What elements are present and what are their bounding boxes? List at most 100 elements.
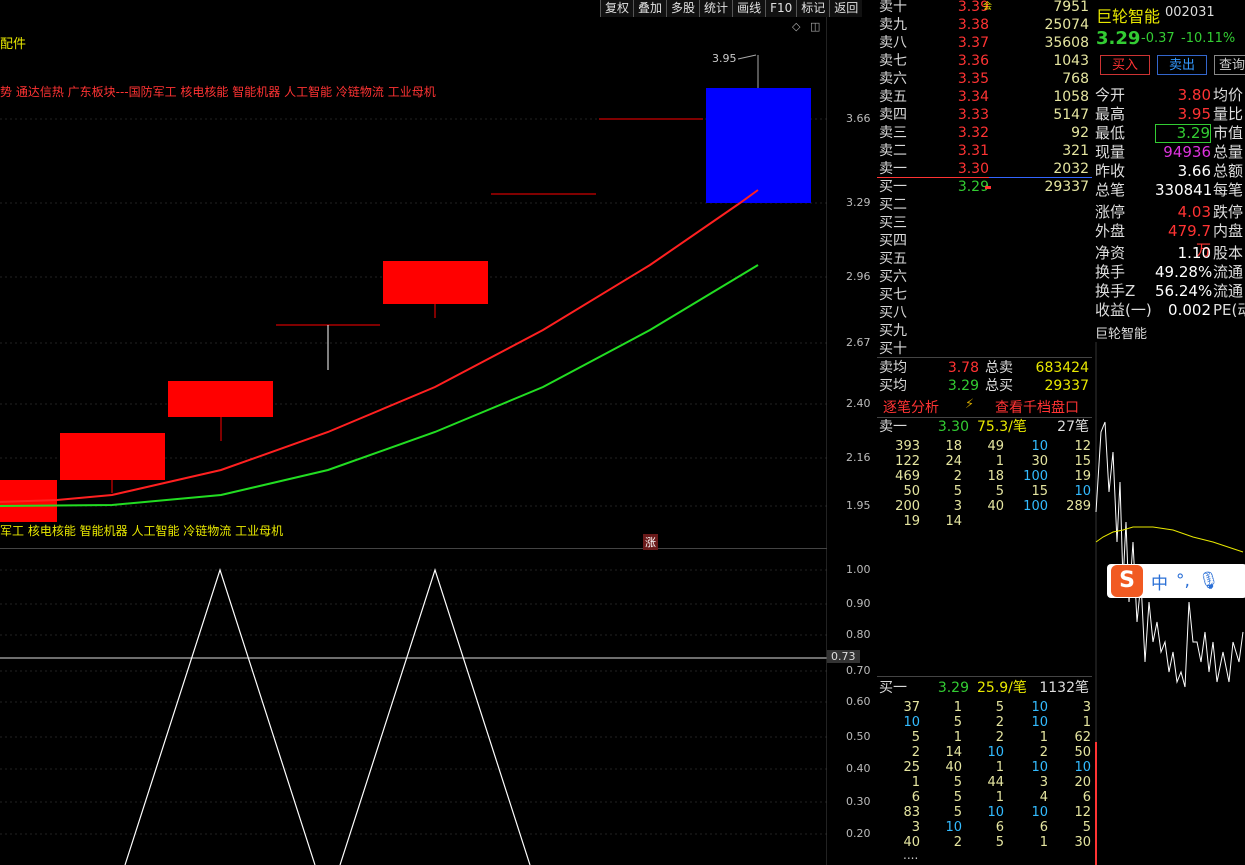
buy1-grid-cell: 1 <box>995 760 1004 775</box>
sell1-grid-cell: 3 <box>953 499 962 514</box>
buy1-grid-cell: 37 <box>903 700 920 715</box>
buy-button[interactable]: 买入 <box>1100 55 1150 75</box>
info-row: 涨停 4.03 跌停 <box>1095 203 1245 222</box>
info-key2: 流通 <box>1213 282 1244 300</box>
punctuation-icon[interactable]: °, <box>1176 571 1190 591</box>
main-y-tick: 2.67 <box>846 336 871 349</box>
buy1-grid-cell: 10 <box>1031 715 1048 730</box>
sub-y-tick: 1.00 <box>846 563 871 576</box>
sell-level-price: 3.30 <box>957 161 989 177</box>
sell1-grid-cell: 100 <box>1023 469 1048 484</box>
sell-level-label: 卖九 <box>879 17 907 33</box>
buy1-summary-per: 25.9/笔 <box>977 680 1027 696</box>
more-indicator[interactable]: .... <box>903 848 918 862</box>
intraday-price-line <box>1095 421 1244 688</box>
query-button[interactable]: 查询 <box>1214 55 1245 75</box>
ime-mode-label[interactable]: 中 <box>1151 569 1168 594</box>
buy-level-row: 买五 <box>877 250 1092 268</box>
sell1-grid-cell: 10 <box>1031 439 1048 454</box>
sell-level-row: 卖一 3.30 2032 <box>877 160 1092 178</box>
indicator-chart[interactable]: 0.73 1.00 0.90 0.80 0.70 0.60 0.50 0.40 0.30 0.2… <box>0 549 871 865</box>
buy1-grid-cell: 5 <box>911 730 920 745</box>
ime-toolbar[interactable]: S 中 °, 🎙 <box>1107 564 1245 598</box>
sell-level-row: 卖六 3.35 768 <box>877 70 1092 88</box>
tab-tick-analysis[interactable]: 逐笔分析 <box>883 397 939 417</box>
buy1-grid-cell: 1 <box>953 730 962 745</box>
info-key: 现量 <box>1095 143 1126 161</box>
sell1-grid-cell: 1 <box>995 454 1004 469</box>
buy1-grid-cell: 5 <box>953 715 962 730</box>
buy1-grid-cell: 6 <box>1039 820 1048 835</box>
info-key: 外盘 <box>1095 222 1126 240</box>
info-key: 最高 <box>1095 105 1126 123</box>
sogou-s-icon[interactable]: S <box>1111 565 1143 597</box>
info-value: 3.29 <box>1155 124 1211 143</box>
buy1-grid-cell: 2 <box>911 745 920 760</box>
indicator-peak-2 <box>339 568 531 865</box>
buy1-grid-cell: 10 <box>945 820 962 835</box>
info-value: 3.80 <box>1177 86 1211 104</box>
stock-code: 002031 <box>1165 5 1215 20</box>
sell-level-row: 卖三 3.32 92 <box>877 124 1092 142</box>
diamond-icon[interactable]: ◇ <box>792 20 800 33</box>
sell-level-label: 卖二 <box>879 143 907 159</box>
sell-level-row: 卖九 3.38 25074 <box>877 16 1092 34</box>
buy1-grid-cell: 1 <box>911 775 920 790</box>
buy1-grid-cell: 1 <box>1082 715 1091 730</box>
buy1-grid-cell: 10 <box>987 745 1004 760</box>
info-key: 今开 <box>1095 86 1126 104</box>
avg-label: 买均 <box>879 378 907 394</box>
sub-y-tick: 0.60 <box>846 695 871 708</box>
buy1-grid-cell: 5 <box>953 790 962 805</box>
total-volume: 29337 <box>1044 378 1089 394</box>
intraday-avg-line <box>1095 526 1244 553</box>
sell-level-price: 3.32 <box>957 125 989 141</box>
candle-8 <box>706 88 811 203</box>
buy1-grid-cell: 2 <box>1039 745 1048 760</box>
sell1-grid-cell: 122 <box>895 454 920 469</box>
buy-level-row: 买一 3.29 29337 <box>877 178 1092 196</box>
toolbar-button-7[interactable]: 返回 <box>829 0 863 17</box>
sell-level-price: 3.31 <box>957 143 989 159</box>
buy1-grid-cell: 5 <box>1082 820 1091 835</box>
sell1-grid-cell: 30 <box>1031 454 1048 469</box>
info-key: 昨收 <box>1095 162 1126 180</box>
info-key2: 每笔 <box>1213 181 1244 199</box>
info-key2: 总量 <box>1213 143 1244 161</box>
sell1-grid-cell: 18 <box>945 439 962 454</box>
buy-level-label: 买九 <box>879 323 907 339</box>
buy1-grid-cell: 10 <box>903 715 920 730</box>
sub-y-tick: 0.70 <box>846 664 871 677</box>
sell-level-price: 3.35 <box>957 71 989 87</box>
buy1-grid-cell: 6 <box>1082 790 1091 805</box>
info-key2: 流通 <box>1213 263 1244 281</box>
sell1-grid-cell: 19 <box>903 514 920 529</box>
info-row: 最高 3.95 量比 <box>1095 105 1245 124</box>
microphone-icon[interactable]: 🎙 <box>1198 571 1220 591</box>
sell-level-price: 3.34 <box>957 89 989 105</box>
buy1-grid-cell: 3 <box>1082 700 1091 715</box>
sell-level-label: 卖十 <box>879 0 907 15</box>
sub-y-tick: 0.20 <box>846 827 871 840</box>
sell-button[interactable]: 卖出 <box>1157 55 1207 75</box>
info-key2: 股本 <box>1213 244 1244 262</box>
indicator-peak-1 <box>124 568 316 865</box>
sell-level-tag: 会 <box>983 2 993 12</box>
info-value: 94936 <box>1163 143 1211 161</box>
stock-price: 3.29 <box>1096 28 1141 49</box>
main-y-tick: 3.29 <box>846 196 871 209</box>
info-value: 3.66 <box>1177 162 1211 180</box>
buy-level-marker <box>985 186 991 189</box>
tab-depth-view[interactable]: 查看千档盘口 <box>995 397 1079 417</box>
buy-level-row: 买三 <box>877 214 1092 232</box>
kline-chart[interactable]: 配件 势 通达信热 广东板块---国防军工 核电核能 智能机器 人工智能 冷链物… <box>0 0 871 550</box>
sell1-grid-cell: 289 <box>1066 499 1091 514</box>
sell1-grid-cell: 10 <box>1074 484 1091 499</box>
sell-level-volume: 1058 <box>1053 89 1089 105</box>
panel-toggle-icon[interactable]: ◫ <box>810 20 820 33</box>
zhang-badge: 涨 <box>643 534 658 550</box>
sell1-grid-cell: 5 <box>995 484 1004 499</box>
total-label: 总买 <box>985 378 1013 394</box>
order-book: 卖十 3.39 会 7951 卖九 3.38 25074 卖八 3.37 35608 卖七 3.36 1… <box>877 0 1092 865</box>
buy-level-label: 买二 <box>879 197 907 213</box>
